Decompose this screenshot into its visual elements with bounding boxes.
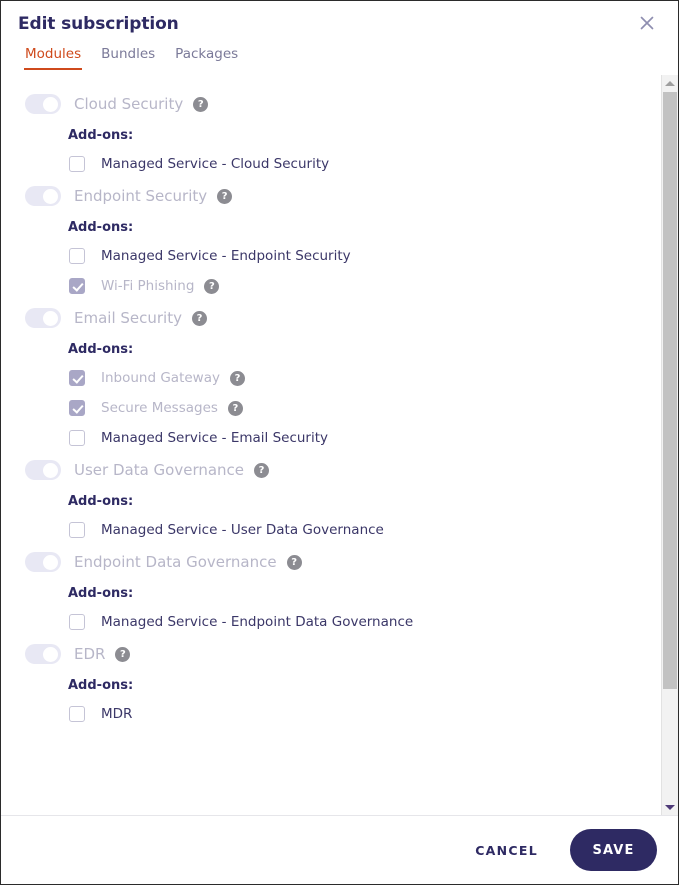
cancel-button[interactable]: CANCEL: [459, 833, 554, 868]
module-header: Endpoint Data Governance?: [1, 545, 661, 579]
toggle-knob: [43, 646, 58, 662]
module-block: User Data Governance? Add-ons: Managed Ser…: [1, 453, 661, 545]
addon-label: Inbound Gateway: [101, 370, 220, 386]
addon-row[interactable]: Secure Messages?: [1, 393, 661, 423]
module-block: EDR? Add-ons: MDR: [1, 637, 661, 729]
toggle-knob: [43, 462, 58, 478]
module-toggle[interactable]: [25, 186, 61, 206]
addon-checkbox[interactable]: [69, 522, 85, 538]
addon-row[interactable]: Managed Service - Endpoint Security: [1, 241, 661, 271]
toggle-knob: [43, 554, 58, 570]
addon-checkbox[interactable]: [69, 248, 85, 264]
addons-label: Add-ons:: [68, 678, 134, 693]
help-icon[interactable]: ?: [286, 554, 302, 570]
module-name: User Data Governance: [74, 461, 245, 479]
tab-modules[interactable]: Modules: [15, 46, 91, 70]
module-header: Cloud Security?: [1, 87, 661, 121]
vertical-scrollbar[interactable]: [661, 75, 678, 815]
module-name: Email Security: [74, 309, 182, 327]
tab-bar: Modules Bundles Packages: [1, 46, 678, 75]
addon-label: Managed Service - User Data Governance: [101, 522, 384, 538]
module-block: Email Security? Add-ons: Inbound Gateway? S…: [1, 301, 661, 453]
help-icon[interactable]: ?: [227, 400, 243, 416]
addon-row[interactable]: Managed Service - Email Security: [1, 423, 661, 453]
module-header: Email Security?: [1, 301, 661, 335]
addon-row[interactable]: Managed Service - User Data Governance: [1, 515, 661, 545]
dialog-header: Edit subscription: [1, 1, 678, 46]
addon-label: Wi-Fi Phishing: [101, 278, 195, 294]
help-icon[interactable]: ?: [191, 310, 207, 326]
addon-checkbox[interactable]: [69, 706, 85, 722]
toggle-knob: [43, 188, 58, 204]
module-name: Cloud Security: [74, 95, 184, 113]
addon-row[interactable]: MDR: [1, 699, 661, 729]
module-name: Endpoint Data Governance: [74, 553, 277, 571]
addon-row[interactable]: Wi-Fi Phishing?: [1, 271, 661, 301]
addon-label: Managed Service - Endpoint Security: [101, 248, 351, 264]
module-header: EDR?: [1, 637, 661, 671]
module-header: Endpoint Security?: [1, 179, 661, 213]
addon-checkbox[interactable]: [69, 370, 85, 386]
addons-label: Add-ons:: [68, 128, 134, 143]
scroll-down-arrow-icon[interactable]: [662, 799, 678, 815]
addons-label: Add-ons:: [68, 494, 134, 509]
tab-bundles[interactable]: Bundles: [91, 46, 165, 70]
addon-label: Secure Messages: [101, 400, 218, 416]
addon-label: Managed Service - Cloud Security: [101, 156, 330, 172]
tab-modules-label: Modules: [25, 46, 82, 62]
module-name: Endpoint Security: [74, 187, 208, 205]
module-toggle[interactable]: [25, 94, 61, 114]
modules-list: Cloud Security? Add-ons: Managed Service -…: [1, 75, 661, 815]
page-title: Edit subscription: [18, 13, 179, 34]
help-icon[interactable]: ?: [193, 96, 209, 112]
tab-bundles-label: Bundles: [101, 46, 156, 62]
module-toggle[interactable]: [25, 308, 61, 328]
toggle-knob: [43, 310, 58, 326]
module-block: Endpoint Security? Add-ons: Managed Servic…: [1, 179, 661, 301]
module-block: Endpoint Data Governance? Add-ons: Managed…: [1, 545, 661, 637]
addon-checkbox[interactable]: [69, 614, 85, 630]
dialog-body: Cloud Security? Add-ons: Managed Service -…: [1, 75, 678, 816]
toggle-knob: [43, 96, 58, 112]
addon-row[interactable]: Managed Service - Cloud Security: [1, 149, 661, 179]
addon-checkbox[interactable]: [69, 156, 85, 172]
addons-label: Add-ons:: [68, 220, 134, 235]
addon-label: MDR: [101, 706, 133, 722]
help-icon[interactable]: ?: [217, 188, 233, 204]
module-toggle[interactable]: [25, 552, 61, 572]
dialog-footer: CANCEL SAVE: [1, 816, 678, 884]
tab-packages[interactable]: Packages: [165, 46, 248, 70]
tab-packages-label: Packages: [175, 46, 239, 62]
module-header: User Data Governance?: [1, 453, 661, 487]
edit-subscription-dialog: Edit subscription Modules Bundles Packag…: [0, 0, 679, 885]
help-icon[interactable]: ?: [204, 278, 220, 294]
addon-label: Managed Service - Endpoint Data Governan…: [101, 614, 414, 630]
addon-label: Managed Service - Email Security: [101, 430, 329, 446]
addon-checkbox[interactable]: [69, 278, 85, 294]
addon-row[interactable]: Inbound Gateway?: [1, 363, 661, 393]
addon-checkbox[interactable]: [69, 400, 85, 416]
addons-label: Add-ons:: [68, 586, 134, 601]
scroll-up-arrow-icon[interactable]: [662, 75, 678, 91]
addon-checkbox[interactable]: [69, 430, 85, 446]
module-name: EDR: [74, 645, 106, 663]
addons-label: Add-ons:: [68, 342, 134, 357]
close-icon[interactable]: [634, 10, 660, 36]
help-icon[interactable]: ?: [229, 370, 245, 386]
scrollbar-thumb[interactable]: [663, 92, 677, 689]
addon-row[interactable]: Managed Service - Endpoint Data Governan…: [1, 607, 661, 637]
help-icon[interactable]: ?: [254, 462, 270, 478]
module-toggle[interactable]: [25, 644, 61, 664]
module-block: Cloud Security? Add-ons: Managed Service -…: [1, 87, 661, 179]
save-button[interactable]: SAVE: [570, 829, 657, 871]
module-toggle[interactable]: [25, 460, 61, 480]
help-icon[interactable]: ?: [115, 646, 131, 662]
